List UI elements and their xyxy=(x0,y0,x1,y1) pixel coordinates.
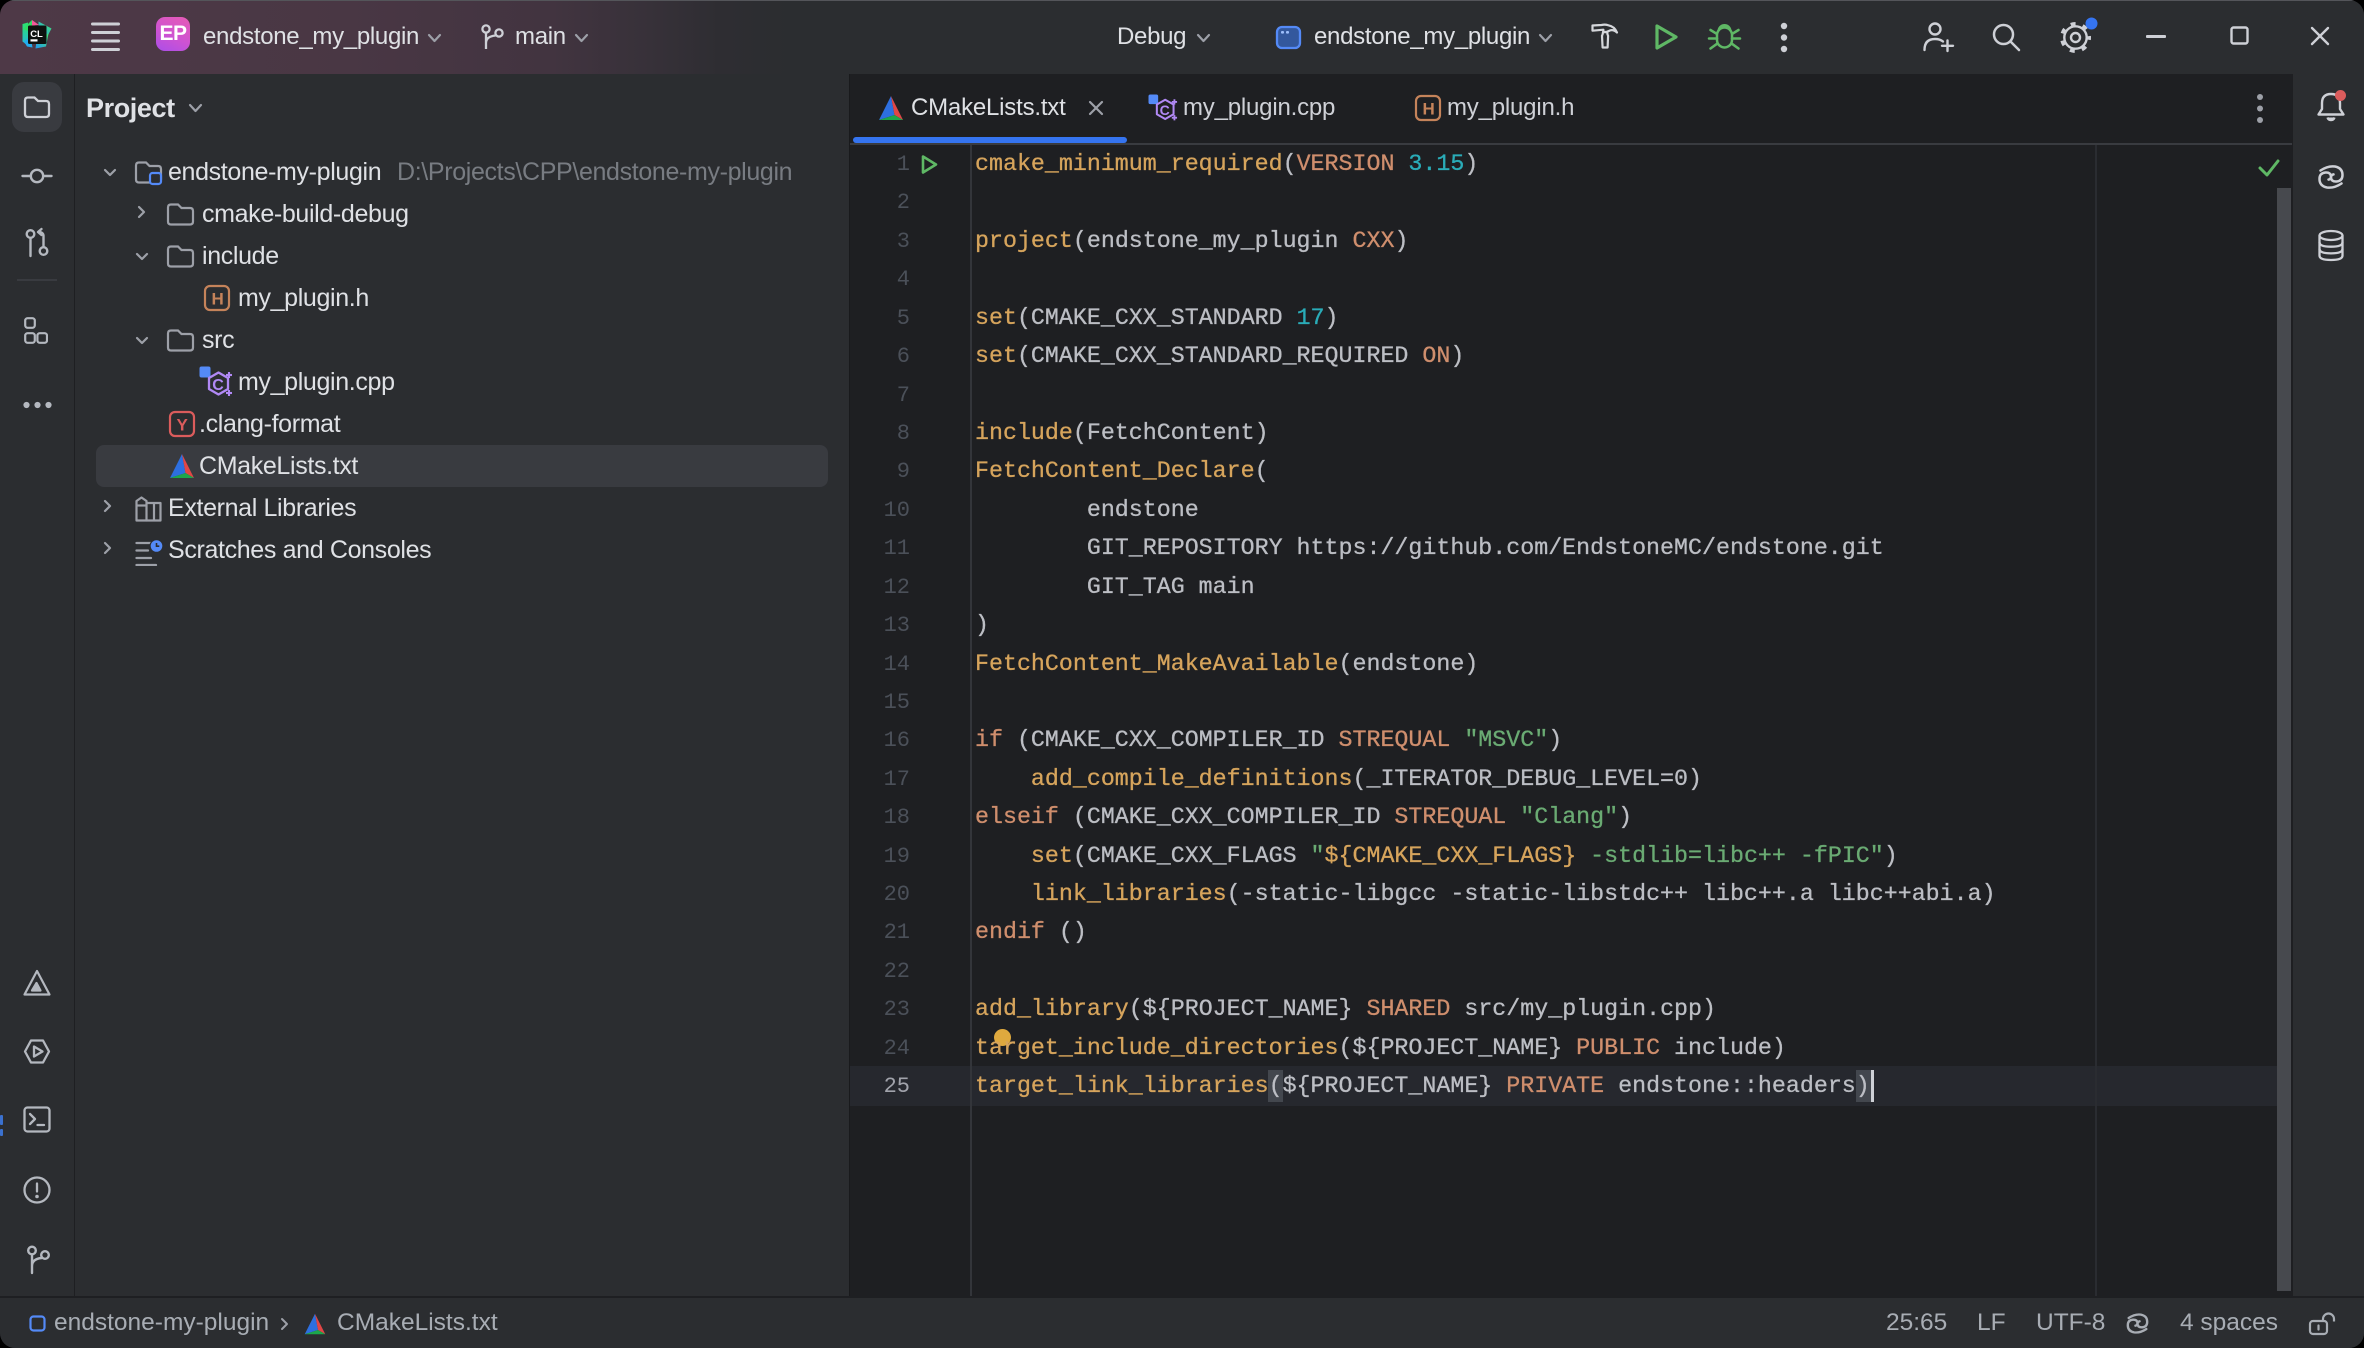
svg-text:C: C xyxy=(1160,102,1170,118)
svg-text:H: H xyxy=(1423,100,1435,119)
svg-text:H: H xyxy=(212,290,224,309)
svg-text:C: C xyxy=(212,377,224,394)
svg-text:Y: Y xyxy=(177,416,189,435)
svg-text:CL: CL xyxy=(30,29,43,40)
